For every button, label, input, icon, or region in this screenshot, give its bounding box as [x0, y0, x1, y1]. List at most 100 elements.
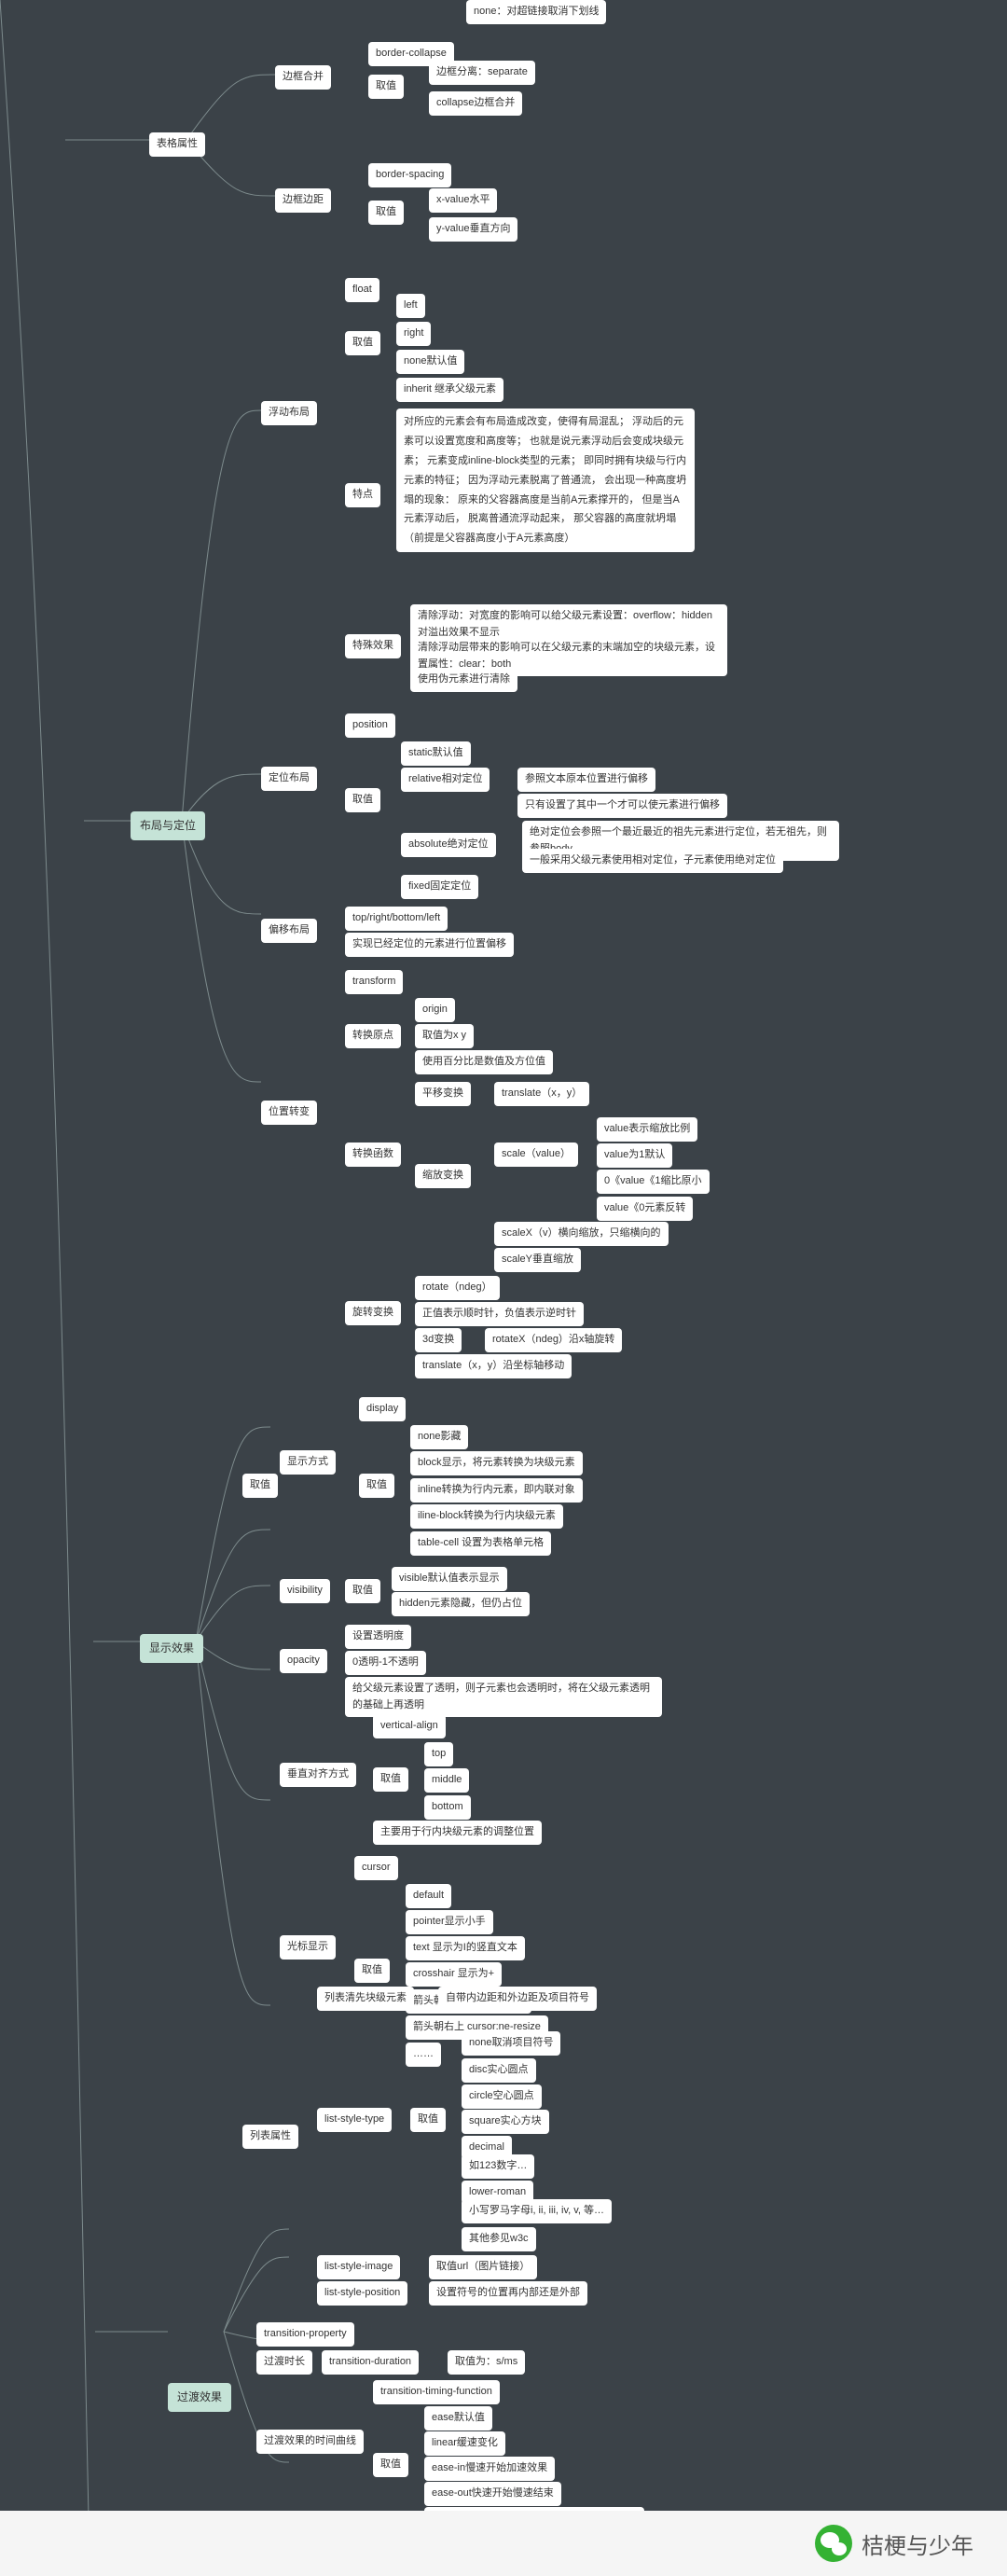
- node-value1: value为1默认: [597, 1143, 672, 1168]
- node-trbl: top/right/bottom/left: [345, 907, 448, 931]
- node-lsi: list-style-image: [317, 2255, 400, 2279]
- node-cur-dots: ……: [406, 2043, 441, 2067]
- node-opacity-note: 给父级元素设置了透明，则子元素也会透明时，将在父级元素透明的基础上再透明: [345, 1677, 662, 1717]
- node-disp-inline: inline转换为行内元素，即内联对象: [410, 1478, 583, 1503]
- node-origin-val: 取值为x y: [415, 1024, 474, 1048]
- node-trans-dur-val: 取值为：s/ms: [448, 2350, 525, 2375]
- node-absolute: absolute绝对定位: [401, 833, 496, 857]
- node-lst-num: 如123数字…: [462, 2154, 534, 2179]
- node-cursor-val: 取值: [354, 1959, 390, 1983]
- node-cur-cross: crosshair 显示为+: [406, 1962, 502, 1987]
- node-right: right: [396, 322, 431, 346]
- node-lst-square: square实心方块: [462, 2110, 549, 2134]
- node-cur-def: default: [406, 1884, 451, 1908]
- node-scale-val: scale（value）: [494, 1143, 578, 1167]
- node-fl-val: 取值: [345, 331, 380, 355]
- node-cur-pointer: pointer显示小手: [406, 1910, 493, 1934]
- node-rotatex: rotateX（ndeg）沿x轴旋转: [485, 1328, 622, 1352]
- node-scale-trans: 缩放变换: [415, 1164, 471, 1188]
- node-disp-mode: 显示方式: [280, 1450, 336, 1475]
- node-tf-ease: ease默认值: [424, 2406, 492, 2431]
- node-pos-layout: 定位布局: [261, 767, 317, 791]
- node-rotate-trans: 旋转变换: [345, 1301, 401, 1325]
- node-xvalue: x-value水平: [429, 188, 497, 213]
- node-trans-func: 转换函数: [345, 1143, 401, 1167]
- node-visibility: visibility: [280, 1579, 330, 1603]
- node-collapse-merge: collapse边框合并: [429, 91, 522, 116]
- node-disp-val: 取值: [359, 1474, 394, 1498]
- node-lst-val: 取值: [410, 2108, 446, 2132]
- node-rotate3d: 3d变换: [415, 1328, 462, 1352]
- node-valign-mode: 垂直对齐方式: [280, 1763, 356, 1787]
- node-lst-none: none取消项目符号: [462, 2031, 560, 2056]
- node-relative-note2: 只有设置了其中一个才可以使元素进行偏移: [517, 794, 727, 818]
- node-tf-linear: linear缓速变化: [424, 2431, 505, 2456]
- node-tf-val: 取值: [373, 2453, 408, 2477]
- node-scaley: scaleY垂直缩放: [494, 1248, 581, 1272]
- node-rotate-pos: 正值表示顺时针，负值表示逆时针: [415, 1302, 584, 1326]
- node-origin-pct: 使用百分比是数值及方位值: [415, 1050, 553, 1074]
- node-lst: list-style-type: [317, 2108, 392, 2132]
- node-translate: 平移变换: [415, 1082, 471, 1106]
- node-lsp: list-style-position: [317, 2281, 407, 2306]
- node-vis-val: 取值: [345, 1579, 380, 1603]
- wechat-badge: 桔梗与少年: [815, 2525, 973, 2562]
- wechat-label: 桔梗与少年: [862, 2528, 973, 2560]
- node-table-prop: 表格属性: [149, 132, 205, 157]
- node-special: 特殊效果: [345, 634, 401, 658]
- node-fixed: fixed固定定位: [401, 875, 478, 899]
- node-disp-tc: table-cell 设置为表格单元格: [410, 1531, 551, 1556]
- node-valign-val: 取值: [373, 1767, 408, 1792]
- node-lst-lr-note: 小写罗马字母i, ii, iii, iv, v, 等…: [462, 2199, 612, 2223]
- node-list-prop: 列表属性: [242, 2125, 298, 2149]
- node-trans-dur-lbl: 过渡时长: [256, 2350, 312, 2375]
- node-cursor: cursor: [354, 1856, 398, 1880]
- node-lst-disc: disc实心圆点: [462, 2058, 536, 2083]
- node-trans-curve-lbl: 过渡效果的时间曲线: [256, 2430, 364, 2454]
- node-va-bot: bottom: [424, 1795, 471, 1820]
- node-yvalue: y-value垂直方向: [429, 217, 517, 242]
- node-value-lt1: 0《value《1缩比原小: [597, 1170, 710, 1194]
- node-trans-dur: transition-duration: [322, 2350, 419, 2375]
- node-left: left: [396, 294, 425, 318]
- node-scalex: scaleX（v）横向缩放，只缩横向的: [494, 1222, 669, 1246]
- node-inherit: inherit 继承父级元素: [396, 378, 504, 402]
- node-lst-circle: circle空心圆点: [462, 2084, 542, 2109]
- node-valign-note: 主要用于行内块级元素的调整位置: [373, 1821, 542, 1845]
- node-list-clear: 列表清先块级元素: [317, 1987, 414, 2011]
- node-static: static默认值: [401, 741, 471, 766]
- node-va-mid: middle: [424, 1768, 469, 1793]
- node-position: position: [345, 713, 395, 738]
- node-float: float: [345, 278, 379, 302]
- node-border-spacing: border-spacing: [368, 163, 451, 187]
- node-cursor-disp: 光标显示: [280, 1935, 336, 1960]
- node-offset-layout: 偏移布局: [261, 919, 317, 943]
- node-pos-val: 取值: [345, 788, 380, 812]
- section-display: 显示效果: [140, 1634, 203, 1663]
- node-translate2: translate（x，y）沿坐标轴移动: [415, 1354, 572, 1378]
- node-trans-origin: 转换原点: [345, 1024, 401, 1048]
- node-value-gt1: value《0元素反转: [597, 1197, 693, 1221]
- node-tf-easein: ease-in慢速开始加速效果: [424, 2457, 555, 2481]
- node-value-ratio: value表示缩放比例: [597, 1117, 697, 1142]
- node-trans-prop: transition-property: [256, 2322, 354, 2347]
- footer: 桔梗与少年: [0, 2511, 1007, 2576]
- node-va-top: top: [424, 1742, 453, 1766]
- node-origin: origin: [415, 998, 455, 1022]
- node-transform: transform: [345, 970, 403, 994]
- node-display: display: [359, 1397, 406, 1421]
- node-bs-val2: 取值: [368, 201, 404, 225]
- node-disp-none: none影藏: [410, 1425, 468, 1449]
- node-float-layout: 浮动布局: [261, 401, 317, 425]
- node-border-merge: 边框合并: [275, 65, 331, 90]
- node-use-after: 使用伪元素进行清除: [410, 668, 517, 692]
- node-translate-xy: translate（x，y）: [494, 1082, 589, 1106]
- node-offset-note: 实现已经定位的元素进行位置偏移: [345, 933, 514, 957]
- node-valign: vertical-align: [373, 1714, 446, 1738]
- node-disp-block: block显示，将元素转换为块级元素: [410, 1451, 583, 1475]
- mindmap-stage: none：对超链接取消下划线 表格属性 边框合并 border-collapse…: [0, 0, 1007, 2576]
- node-disp-ib: iline-block转换为行内块级元素: [410, 1504, 563, 1529]
- node-relative: relative相对定位: [401, 768, 490, 792]
- node-border-sep: 边框分离：separate: [429, 61, 535, 85]
- node-lst-other: 其他参见w3c: [462, 2227, 536, 2251]
